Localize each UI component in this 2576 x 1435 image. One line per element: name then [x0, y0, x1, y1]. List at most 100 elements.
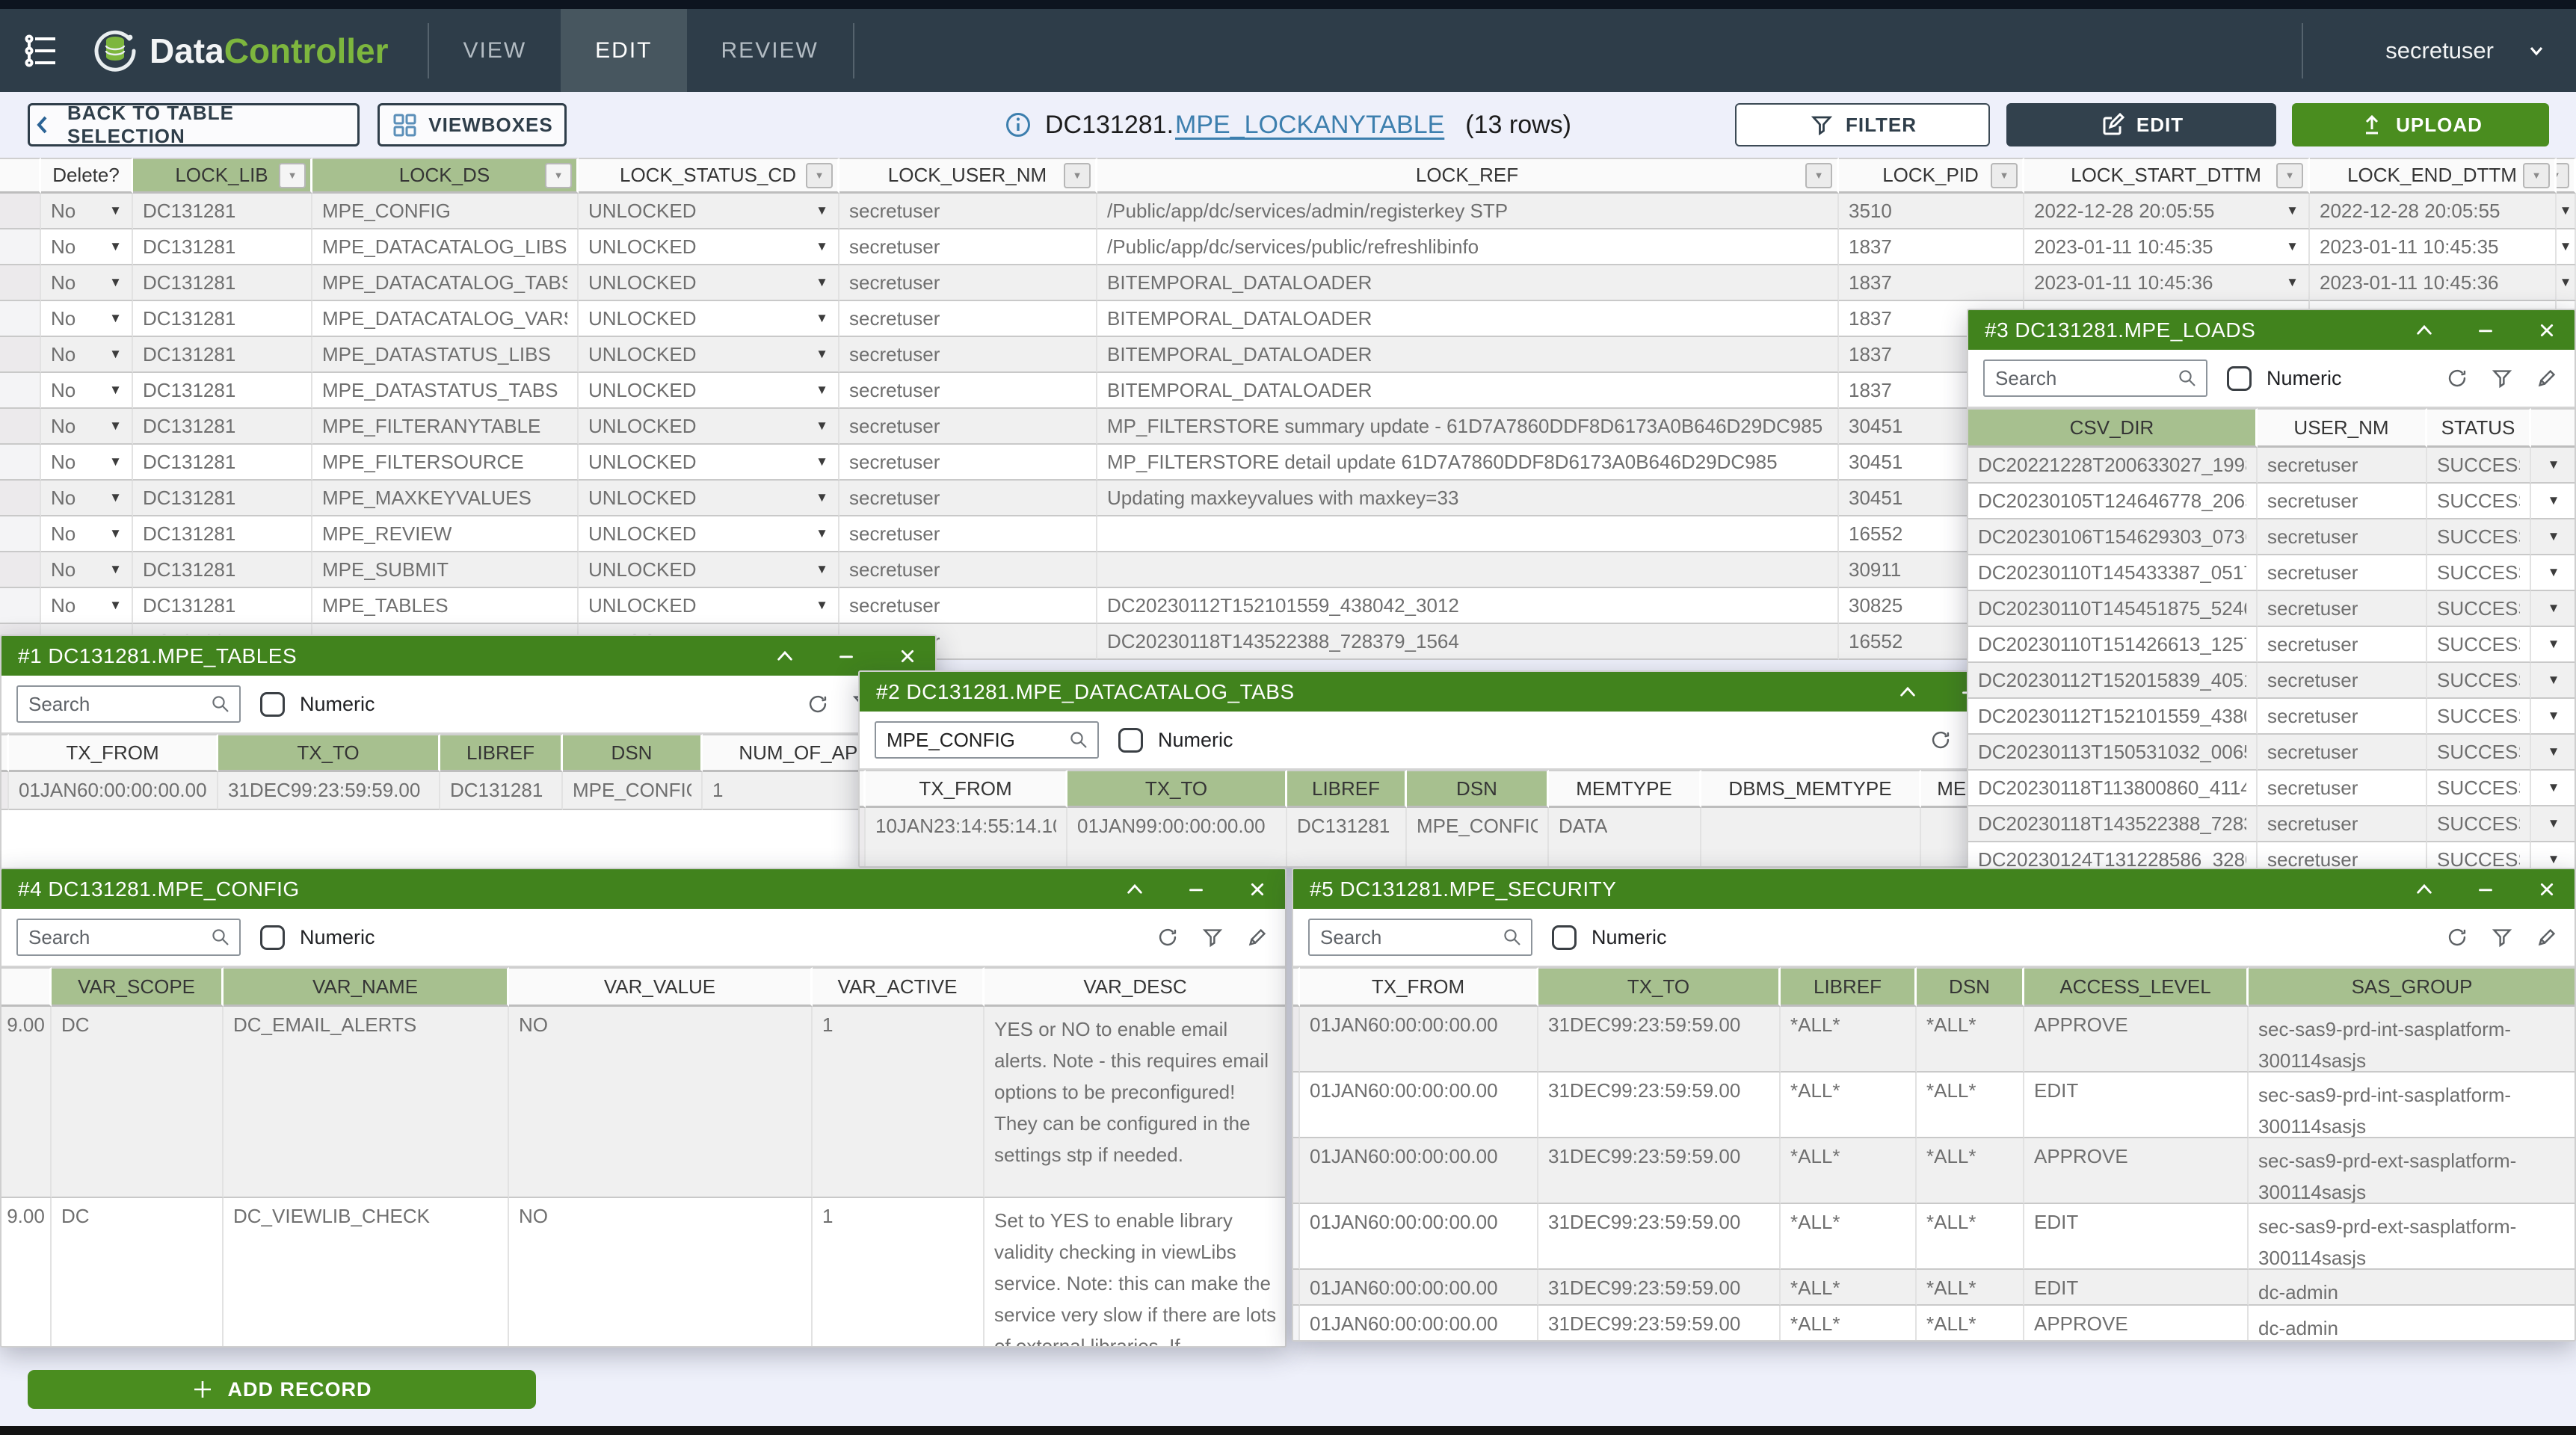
table-cell[interactable]: SUCCESS — [2427, 663, 2531, 699]
table-cell[interactable]: NO — [509, 1198, 813, 1348]
table-cell[interactable]: UNLOCKED▼ — [579, 409, 839, 445]
close-icon[interactable] — [896, 645, 919, 667]
table-cell[interactable] — [1097, 516, 1839, 552]
dropdown-icon[interactable]: ▼ — [103, 419, 122, 433]
table-cell[interactable]: 01JAN99:00:00:00.00 — [1067, 808, 1287, 868]
column-header[interactable]: VAR_VALUE — [509, 967, 813, 1007]
dropdown-icon[interactable]: ▼ — [2548, 457, 2560, 472]
dropdown-icon[interactable]: ▼ — [810, 454, 828, 469]
table-cell[interactable]: ▼ — [2557, 194, 2576, 229]
table-cell[interactable]: Updating maxkeyvalues with maxkey=33 — [1097, 481, 1839, 516]
column-header[interactable]: DSN — [563, 734, 703, 772]
close-icon[interactable] — [2536, 319, 2558, 342]
table-cell[interactable]: 01JAN60:00:00:00.00 — [1300, 1306, 1538, 1342]
info-icon[interactable] — [1005, 111, 1032, 138]
table-cell[interactable]: UNLOCKED▼ — [579, 194, 839, 229]
collapse-icon[interactable] — [1896, 681, 1919, 703]
dropdown-icon[interactable]: ▼ — [2548, 529, 2560, 544]
dropdown-icon[interactable]: ▼ — [2548, 601, 2560, 616]
table-cell[interactable]: secretuser — [839, 301, 1097, 337]
table-cell[interactable]: ▼ — [2531, 484, 2576, 519]
table-cell[interactable]: Set to YES to enable library validity ch… — [985, 1198, 1287, 1348]
dropdown-icon[interactable]: ▼ — [810, 275, 828, 290]
table-cell[interactable]: DC20230118T143522388_728379_1564 — [1097, 624, 1839, 660]
edit-pencil-icon[interactable] — [1245, 925, 1270, 950]
dropdown-icon[interactable]: ▼ — [2280, 203, 2299, 218]
table-cell[interactable]: 1837 — [1839, 265, 2024, 301]
table-cell[interactable]: MPE_MAXKEYVALUES — [312, 481, 579, 516]
table-cell[interactable]: 1 — [813, 1007, 985, 1198]
table-cell[interactable]: 01JAN60:00:00:00.00 — [1300, 1073, 1538, 1138]
filter-funnel-icon[interactable] — [1200, 925, 1225, 950]
table-cell[interactable]: DC131281 — [133, 265, 312, 301]
table-cell[interactable]: 10JAN23:14:55:14.10 — [866, 808, 1067, 868]
column-filter-button[interactable]: ▼ — [279, 163, 306, 188]
table-cell[interactable]: SUCCESS — [2427, 484, 2531, 519]
table-cell[interactable]: DC131281 — [133, 445, 312, 481]
table-cell[interactable]: 31DEC99:23:59:59.00 — [1538, 1204, 1781, 1270]
column-header[interactable]: LIBREF — [1781, 967, 1917, 1007]
column-filter-button[interactable]: ▼ — [1991, 163, 2018, 188]
dropdown-icon[interactable]: ▼ — [2548, 744, 2560, 759]
table-cell[interactable]: UNLOCKED▼ — [579, 588, 839, 624]
table-cell[interactable]: UNLOCKED▼ — [579, 445, 839, 481]
table-cell[interactable]: secretuser — [2258, 448, 2427, 484]
minimize-icon[interactable] — [2474, 878, 2497, 901]
table-cell[interactable]: 31DEC99:23:59:59.00 — [1538, 1007, 1781, 1073]
table-cell[interactable]: EDIT — [2024, 1204, 2249, 1270]
column-header[interactable]: VAR_SCOPE — [52, 967, 224, 1007]
column-header[interactable]: LOCK_END_DTTM▼ — [2310, 158, 2557, 194]
column-header[interactable]: TX_TO — [218, 734, 440, 772]
table-cell[interactable]: DC20230112T152015839_40518 — [1968, 663, 2258, 699]
table-cell[interactable]: ▼ — [2531, 806, 2576, 842]
table-cell[interactable]: DC20230112T152101559_438042_3012 — [1097, 588, 1839, 624]
table-cell[interactable]: MPE_DATASTATUS_TABS — [312, 373, 579, 409]
table-cell[interactable]: secretuser — [839, 337, 1097, 373]
dropdown-icon[interactable]: ▼ — [103, 239, 122, 254]
panel-title-bar[interactable]: #5 DC131281.MPE_SECURITY — [1293, 869, 2575, 909]
dropdown-icon[interactable]: ▼ — [2548, 816, 2560, 831]
table-cell[interactable]: No▼ — [41, 409, 133, 445]
table-cell[interactable]: UNLOCKED▼ — [579, 229, 839, 265]
dropdown-icon[interactable]: ▼ — [810, 383, 828, 398]
table-cell[interactable]: ▼ — [2531, 699, 2576, 735]
table-cell[interactable]: secretuser — [839, 588, 1097, 624]
column-filter-button[interactable]: ▼ — [1805, 163, 1832, 188]
table-cell[interactable]: UNLOCKED▼ — [579, 301, 839, 337]
column-header[interactable]: LOCK_START_DTTM▼ — [2024, 158, 2310, 194]
column-header[interactable]: TX_FROM — [9, 734, 218, 772]
minimize-icon[interactable] — [835, 645, 857, 667]
table-cell[interactable]: dc-admin — [2249, 1306, 2576, 1342]
tab-review[interactable]: REVIEW — [687, 9, 853, 92]
column-header[interactable]: LOCK_REF▼ — [1097, 158, 1839, 194]
table-cell[interactable]: DC20230110T145433387_05174 — [1968, 555, 2258, 591]
column-header[interactable]: TX_FROM — [1300, 967, 1538, 1007]
refresh-icon[interactable] — [2444, 925, 2470, 950]
column-header[interactable] — [1, 967, 52, 1007]
table-cell[interactable]: 9.00 — [1, 1007, 52, 1198]
column-header[interactable]: LOCK_LIB▼ — [133, 158, 312, 194]
table-cell[interactable]: DC20230118T143522388_7283 — [1968, 806, 2258, 842]
table-cell[interactable]: BITEMPORAL_DATALOADER — [1097, 373, 1839, 409]
table-cell[interactable]: MPE_DATACATALOG_TABS — [312, 265, 579, 301]
table-cell[interactable]: MP_FILTERSTORE detail update 61D7A7860DD… — [1097, 445, 1839, 481]
table-cell[interactable]: DC131281 — [133, 373, 312, 409]
column-header[interactable]: TX_FROM — [866, 770, 1067, 808]
table-cell[interactable]: MPE_CONFIG — [312, 194, 579, 229]
table-cell[interactable]: 2022-12-28 20:05:55 — [2310, 194, 2557, 229]
table-cell[interactable]: DC20221228T200633027_1998 — [1968, 448, 2258, 484]
table-cell[interactable]: ▼ — [2531, 663, 2576, 699]
edit-pencil-icon[interactable] — [2534, 925, 2560, 950]
dropdown-icon[interactable]: ▼ — [103, 347, 122, 362]
panel-title-bar[interactable]: #1 DC131281.MPE_TABLES — [1, 636, 935, 676]
table-cell[interactable]: ▼ — [2557, 265, 2576, 301]
table-cell[interactable]: DC_EMAIL_ALERTS — [224, 1007, 509, 1198]
filter-funnel-icon[interactable] — [2489, 925, 2515, 950]
table-cell[interactable] — [1097, 552, 1839, 588]
table-cell[interactable]: No▼ — [41, 265, 133, 301]
add-record-button[interactable]: ADD RECORD — [28, 1370, 536, 1409]
table-cell[interactable]: No▼ — [41, 516, 133, 552]
dropdown-icon[interactable]: ▼ — [103, 598, 122, 613]
table-cell[interactable]: DC131281 — [133, 516, 312, 552]
dropdown-icon[interactable]: ▼ — [2280, 239, 2299, 254]
